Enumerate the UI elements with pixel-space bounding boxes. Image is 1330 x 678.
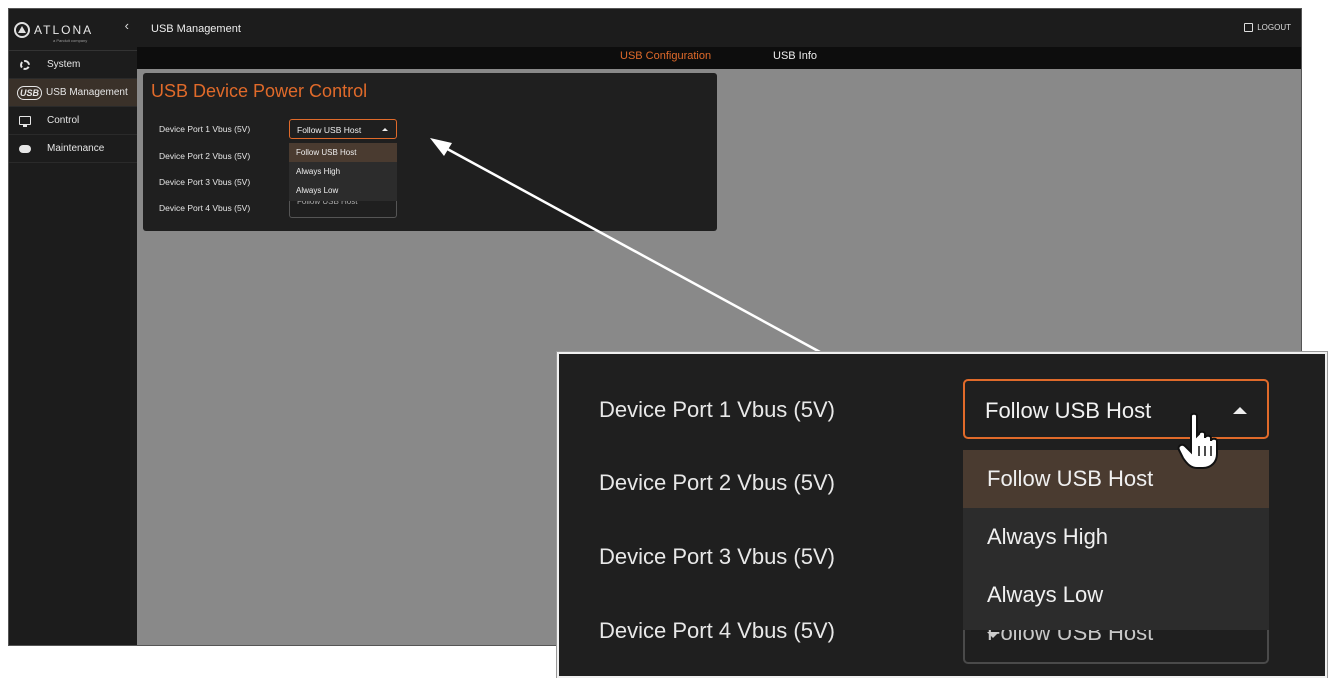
panel-title: USB Device Power Control [151,81,368,101]
port-1-select-value: Follow USB Host [297,125,362,135]
monitor-icon [17,114,33,128]
caret-up-icon [382,128,388,131]
port-2-label: Device Port 2 Vbus (5V) [159,151,251,161]
sidebar-item-usb-management[interactable]: USB USB Management [9,79,137,107]
sidebar-item-label: System [47,59,81,70]
gear-icon [17,58,33,72]
cloud-icon [17,142,33,156]
option-always-low[interactable]: Always Low [289,181,397,200]
zoom-port-1-select-value: Follow USB Host [985,398,1152,423]
tab-usb-info[interactable]: USB Info [773,50,817,62]
logout-button[interactable]: LOGOUT [1244,23,1291,32]
port-1-dropdown: Follow USB Host Always High Always Low [289,143,397,201]
zoom-port-4-label: Device Port 4 Vbus (5V) [599,618,835,643]
brand-subtitle: a Panduit company [53,38,88,43]
option-follow-usb-host[interactable]: Follow USB Host [289,143,397,162]
atlona-logo-icon [14,21,30,38]
port-4-select-value: Follow USB Host [297,201,358,206]
logout-icon [1244,23,1254,32]
page-title: USB Management [151,23,241,35]
chevron-left-icon[interactable]: ‹ [125,18,129,33]
option-always-high[interactable]: Always High [289,162,397,181]
caret-up-icon [1233,407,1247,414]
caret-down-icon [987,632,999,638]
port-3-label: Device Port 3 Vbus (5V) [159,177,251,187]
sidebar-item-maintenance[interactable]: Maintenance [9,135,137,163]
brand: ATLONA a Panduit company ‹ [9,9,137,51]
header: USB Management LOGOUT [137,9,1301,47]
zoom-dropdown: Follow USB Host Always High Always Low [963,450,1269,630]
tab-usb-configuration[interactable]: USB Configuration [620,50,711,62]
usb-power-control-panel: USB Device Power Control Device Port 1 V… [143,73,717,231]
sidebar: ATLONA a Panduit company ‹ System USB US… [9,9,137,645]
zoom-port-1-label: Device Port 1 Vbus (5V) [599,397,835,422]
zoom-port-4-select[interactable]: Follow USB Host [963,630,1269,664]
hand-pointer-icon [1177,412,1218,469]
port-1-label: Device Port 1 Vbus (5V) [159,124,251,134]
zoom-callout: Device Port 1 Vbus (5V) Device Port 2 Vb… [557,352,1327,678]
sidebar-item-control[interactable]: Control [9,107,137,135]
sidebar-item-label: USB Management [46,87,128,98]
usb-icon: USB [17,85,43,100]
logout-label: LOGOUT [1257,23,1291,32]
port-4-label: Device Port 4 Vbus (5V) [159,203,251,213]
port-4-select[interactable]: Follow USB Host [289,201,397,218]
sidebar-item-label: Control [47,115,80,126]
brand-name: ATLONA [34,22,94,37]
port-1-select[interactable]: Follow USB Host [289,119,397,139]
zoom-port-3-label: Device Port 3 Vbus (5V) [599,544,835,569]
zoom-port-2-label: Device Port 2 Vbus (5V) [599,470,835,495]
sidebar-item-label: Maintenance [47,143,105,154]
zoom-option-always-high[interactable]: Always High [963,508,1269,566]
sidebar-item-system[interactable]: System [9,51,137,79]
tab-bar: USB Configuration USB Info [137,47,1301,69]
zoom-option-always-low[interactable]: Always Low [963,566,1269,624]
zoom-port-4-select-value: Follow USB Host [987,630,1154,645]
